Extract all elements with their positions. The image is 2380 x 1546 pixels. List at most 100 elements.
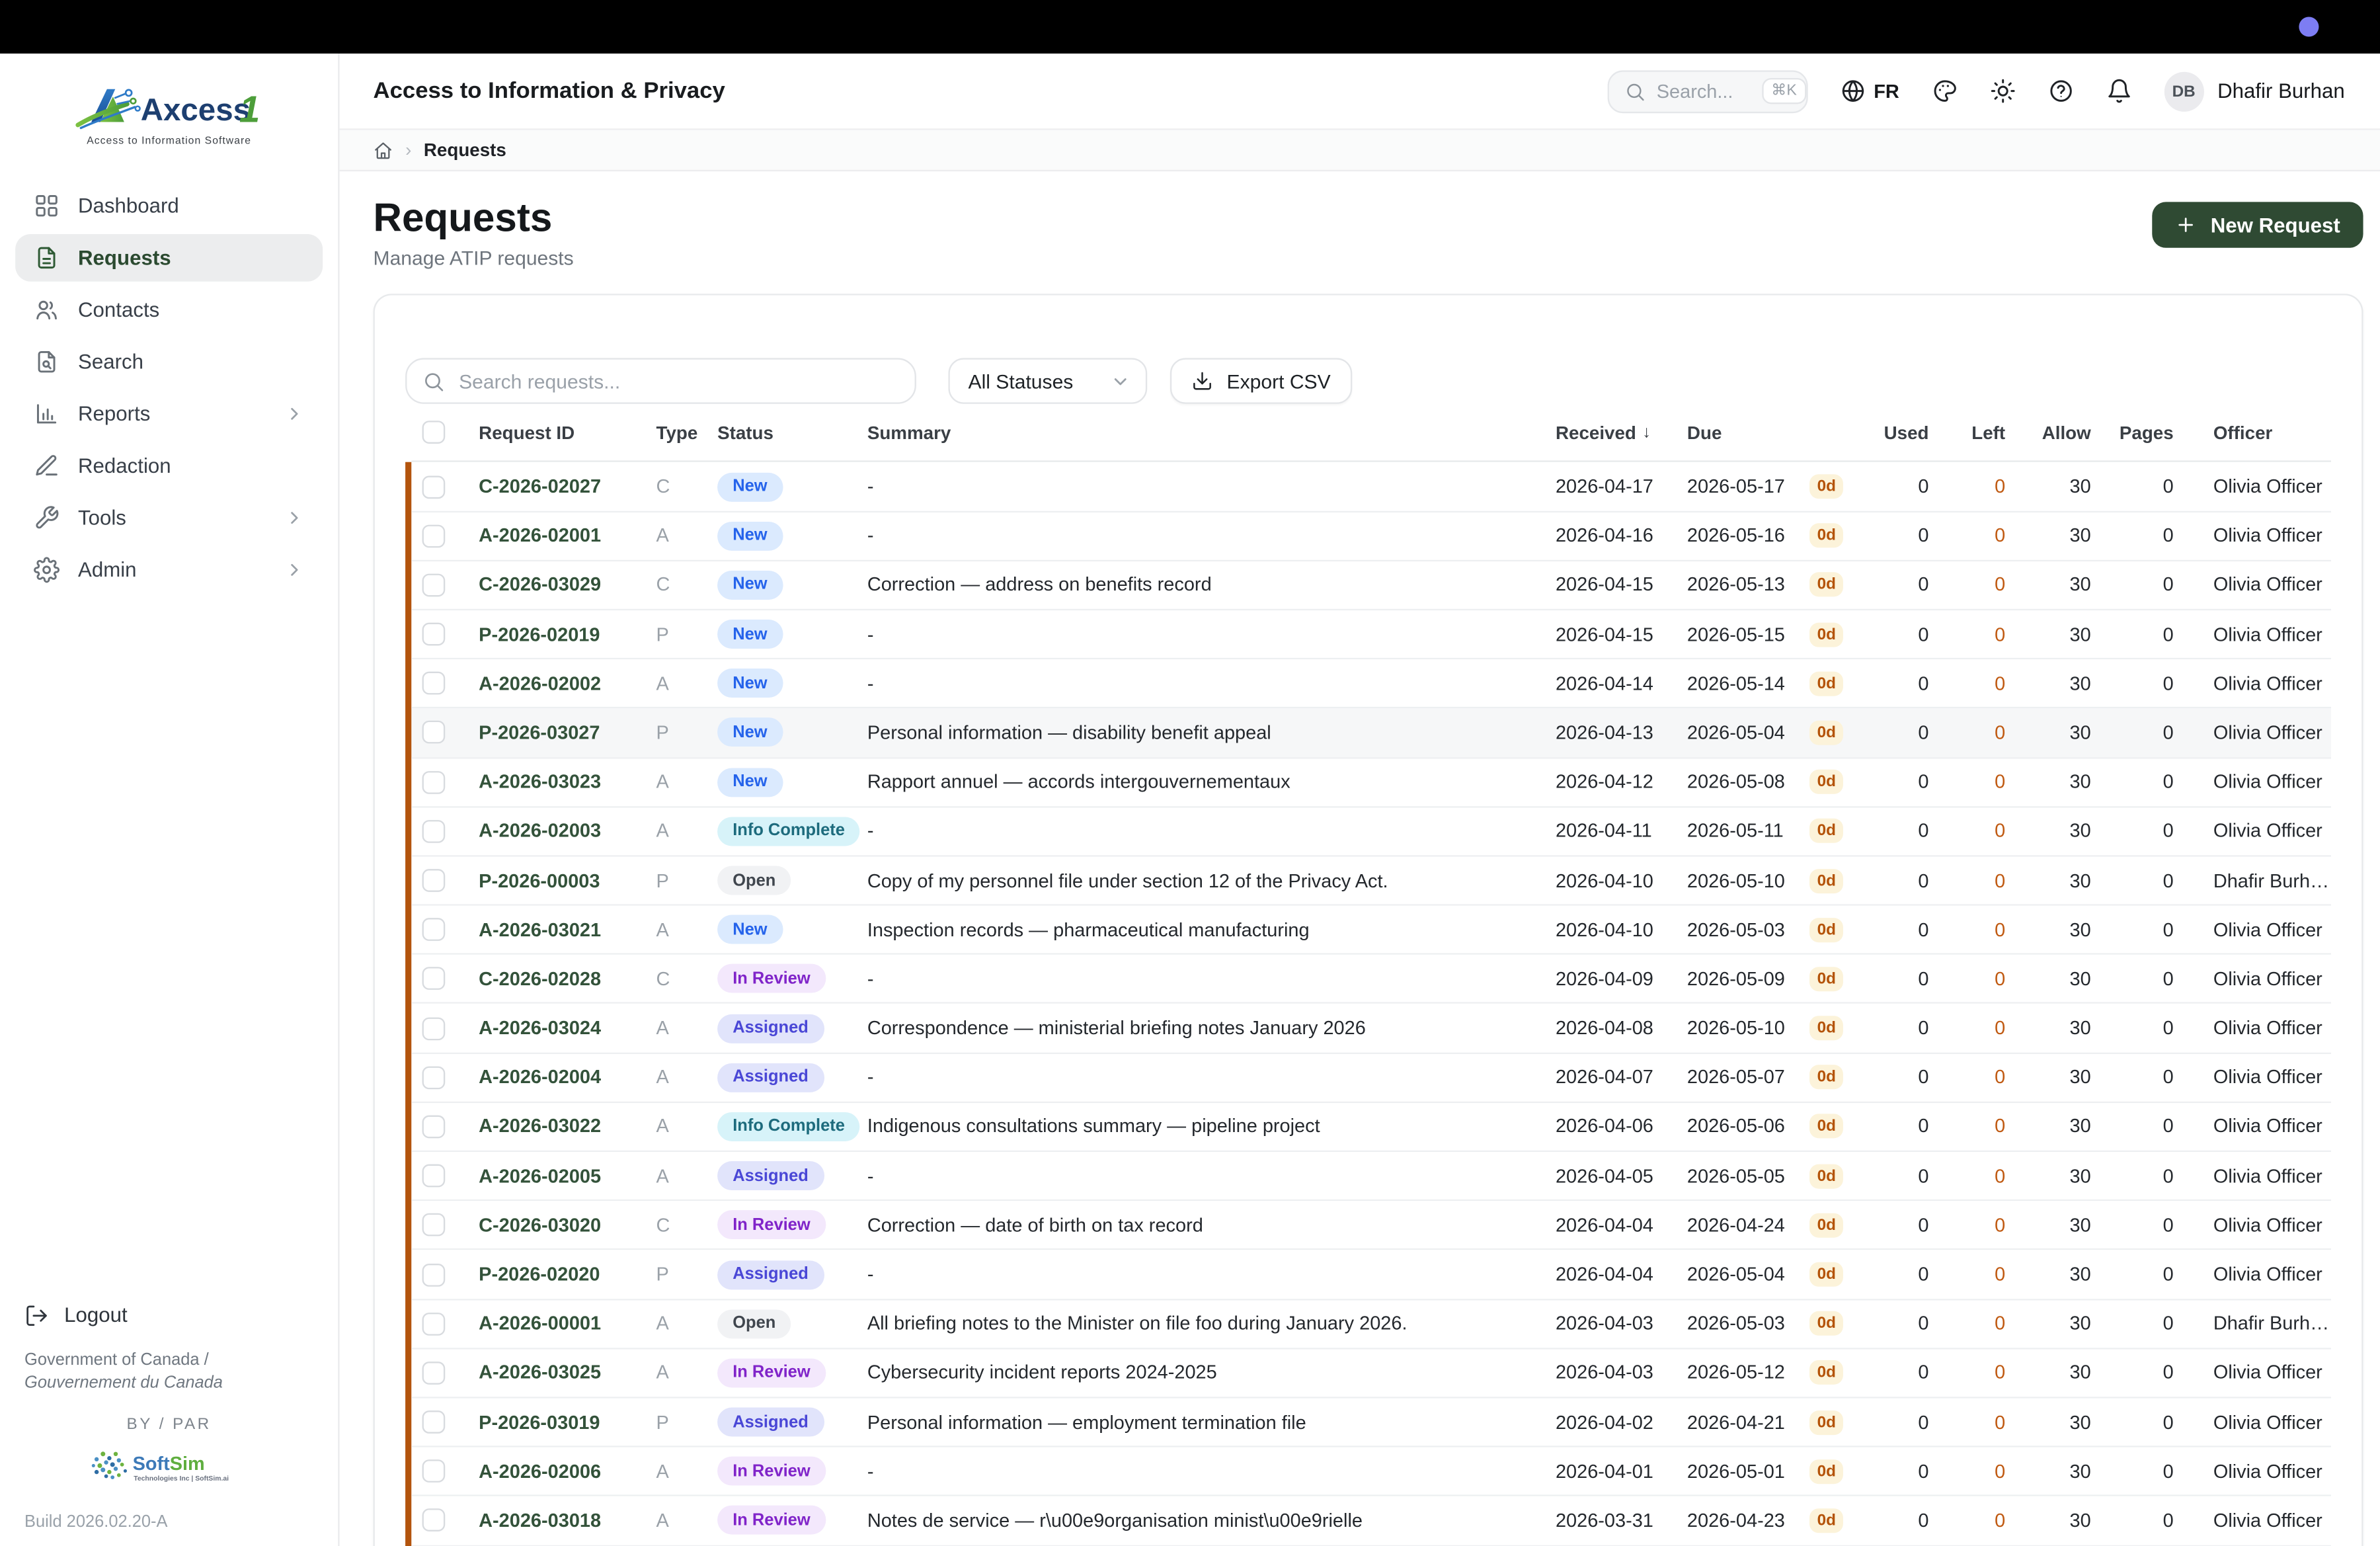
request-id-link[interactable]: A-2026-03018: [479, 1510, 656, 1531]
help-button[interactable]: [2047, 78, 2073, 104]
row-checkbox[interactable]: [422, 524, 446, 548]
request-id-link[interactable]: P-2026-02020: [479, 1264, 656, 1285]
row-checkbox[interactable]: [422, 721, 446, 745]
column-header-due[interactable]: Due: [1687, 422, 1809, 443]
request-id-link[interactable]: A-2026-02003: [479, 821, 656, 842]
request-id-link[interactable]: C-2026-02027: [479, 476, 656, 497]
request-id-link[interactable]: A-2026-03022: [479, 1116, 656, 1137]
row-checkbox[interactable]: [422, 1460, 446, 1483]
column-header-pages[interactable]: Pages: [2112, 422, 2195, 443]
table-row[interactable]: C-2026-03020CIn ReviewCorrection — date …: [411, 1201, 2331, 1250]
request-id-link[interactable]: C-2026-03020: [479, 1215, 656, 1236]
row-checkbox[interactable]: [422, 623, 446, 646]
table-row[interactable]: C-2026-02028CIn Review-2026-04-092026-05…: [411, 955, 2331, 1004]
sidebar-item-dashboard[interactable]: Dashboard: [15, 182, 323, 229]
sidebar-item-search[interactable]: Search: [15, 338, 323, 386]
table-row[interactable]: C-2026-03029CNewCorrection — address on …: [411, 561, 2331, 610]
column-header-allow[interactable]: Allow: [2027, 422, 2113, 443]
table-row[interactable]: P-2026-02020PAssigned-2026-04-042026-05-…: [411, 1250, 2331, 1299]
table-row[interactable]: A-2026-00001AOpenAll briefing notes to t…: [411, 1300, 2331, 1349]
request-id-link[interactable]: A-2026-00001: [479, 1313, 656, 1334]
row-checkbox[interactable]: [422, 1017, 446, 1040]
row-checkbox[interactable]: [422, 672, 446, 695]
column-header-type[interactable]: Type: [656, 422, 718, 443]
request-id-link[interactable]: C-2026-02028: [479, 968, 656, 989]
table-row[interactable]: A-2026-03021ANewInspection records — pha…: [411, 906, 2331, 955]
sidebar-item-admin[interactable]: Admin: [15, 546, 323, 594]
language-toggle[interactable]: FR: [1840, 78, 1899, 104]
table-row[interactable]: A-2026-02004AAssigned-2026-04-072026-05-…: [411, 1053, 2331, 1102]
sidebar-item-reports[interactable]: Reports: [15, 390, 323, 438]
row-checkbox[interactable]: [422, 1410, 446, 1434]
row-checkbox[interactable]: [422, 770, 446, 793]
table-row[interactable]: A-2026-03018AIn ReviewNotes de service —…: [411, 1497, 2331, 1546]
table-row[interactable]: A-2026-02002ANew-2026-04-142026-05-140d0…: [411, 660, 2331, 709]
theme-palette-button[interactable]: [1931, 78, 1957, 104]
table-row[interactable]: A-2026-03023ANewRapport annuel — accords…: [411, 758, 2331, 807]
request-id-link[interactable]: A-2026-02002: [479, 672, 656, 694]
status-filter-select[interactable]: All Statuses: [948, 358, 1147, 403]
column-header-request-id[interactable]: Request ID: [479, 422, 656, 443]
row-checkbox[interactable]: [422, 820, 446, 843]
request-id-link[interactable]: A-2026-02005: [479, 1165, 656, 1186]
table-row[interactable]: P-2026-03019PAssignedPersonal informatio…: [411, 1399, 2331, 1447]
row-checkbox[interactable]: [422, 1116, 446, 1139]
column-header-officer[interactable]: Officer: [2195, 422, 2331, 443]
row-checkbox[interactable]: [422, 1509, 446, 1532]
request-id-link[interactable]: C-2026-03029: [479, 575, 656, 596]
export-csv-button[interactable]: Export CSV: [1170, 358, 1352, 403]
requests-search-input[interactable]: [459, 370, 899, 393]
table-row[interactable]: C-2026-02027CNew-2026-04-172026-05-170d0…: [411, 463, 2331, 512]
row-checkbox[interactable]: [422, 869, 446, 892]
request-id-link[interactable]: A-2026-03021: [479, 919, 656, 940]
requests-search-field[interactable]: [405, 358, 916, 403]
user-menu[interactable]: DB Dhafir Burhan: [2164, 71, 2345, 111]
new-request-button[interactable]: New Request: [2153, 202, 2363, 247]
request-id-link[interactable]: P-2026-00003: [479, 870, 656, 891]
column-header-used[interactable]: Used: [1877, 422, 1950, 443]
sidebar-item-requests[interactable]: Requests: [15, 234, 323, 282]
request-id-link[interactable]: P-2026-03019: [479, 1412, 656, 1433]
row-checkbox[interactable]: [422, 475, 446, 498]
table-row[interactable]: A-2026-02003AInfo Complete-2026-04-11202…: [411, 807, 2331, 856]
table-row[interactable]: A-2026-03022AInfo CompleteIndigenous con…: [411, 1103, 2331, 1152]
sidebar-item-redaction[interactable]: Redaction: [15, 442, 323, 490]
row-checkbox[interactable]: [422, 1066, 446, 1089]
request-id-link[interactable]: A-2026-03023: [479, 771, 656, 792]
request-id-link[interactable]: P-2026-02019: [479, 624, 656, 645]
notifications-bell-button[interactable]: [2106, 78, 2131, 104]
table-row[interactable]: P-2026-03027PNewPersonal information — d…: [411, 709, 2331, 758]
row-checkbox[interactable]: [422, 918, 446, 942]
row-checkbox[interactable]: [422, 1263, 446, 1286]
global-search-input[interactable]: [1657, 80, 1751, 101]
home-icon[interactable]: [374, 140, 393, 160]
sidebar-item-tools[interactable]: Tools: [15, 494, 323, 542]
table-row[interactable]: A-2026-02006AIn Review-2026-04-012026-05…: [411, 1447, 2331, 1496]
select-all-checkbox[interactable]: [422, 421, 446, 444]
column-header-left[interactable]: Left: [1950, 422, 2027, 443]
request-id-link[interactable]: A-2026-03024: [479, 1018, 656, 1039]
request-id-link[interactable]: P-2026-03027: [479, 722, 656, 743]
column-header-summary[interactable]: Summary: [867, 422, 1556, 443]
table-row[interactable]: P-2026-02019PNew-2026-04-152026-05-150d0…: [411, 610, 2331, 659]
table-row[interactable]: A-2026-03025AIn ReviewCybersecurity inci…: [411, 1349, 2331, 1398]
column-header-status[interactable]: Status: [717, 422, 867, 443]
row-checkbox[interactable]: [422, 1213, 446, 1237]
table-row[interactable]: A-2026-03024AAssignedCorrespondence — mi…: [411, 1004, 2331, 1053]
brightness-toggle-button[interactable]: [1989, 78, 2015, 104]
request-id-link[interactable]: A-2026-02001: [479, 525, 656, 546]
logout-button[interactable]: Logout: [24, 1303, 313, 1328]
global-search[interactable]: ⌘K: [1608, 69, 1808, 112]
table-row[interactable]: A-2026-02001ANew-2026-04-162026-05-160d0…: [411, 512, 2331, 561]
request-id-link[interactable]: A-2026-02006: [479, 1461, 656, 1482]
row-checkbox[interactable]: [422, 1312, 446, 1335]
sidebar-item-contacts[interactable]: Contacts: [15, 286, 323, 334]
column-header-received[interactable]: Received ↓: [1556, 422, 1687, 443]
table-row[interactable]: P-2026-00003POpenCopy of my personnel fi…: [411, 856, 2331, 905]
request-id-link[interactable]: A-2026-02004: [479, 1067, 656, 1088]
row-checkbox[interactable]: [422, 1164, 446, 1188]
row-checkbox[interactable]: [422, 1362, 446, 1385]
row-checkbox[interactable]: [422, 967, 446, 991]
row-checkbox[interactable]: [422, 573, 446, 596]
table-row[interactable]: A-2026-02005AAssigned-2026-04-052026-05-…: [411, 1152, 2331, 1201]
